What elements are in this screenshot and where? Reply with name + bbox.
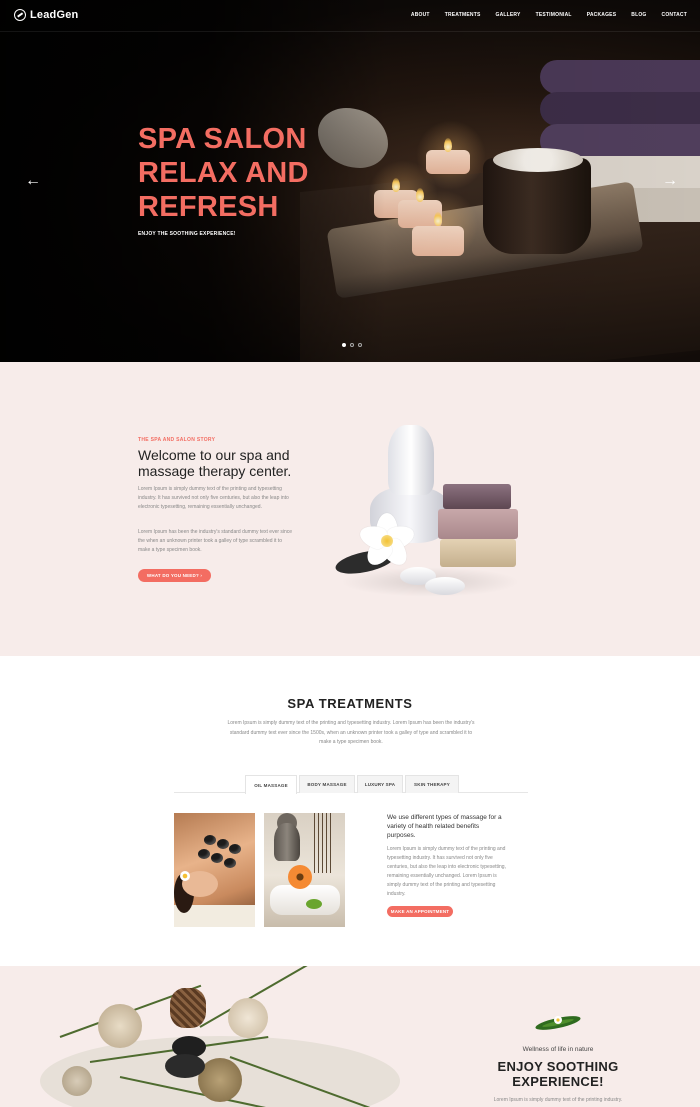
tab-skin-therapy[interactable]: SKIN THERAPY	[405, 775, 459, 793]
hot-stone	[229, 844, 241, 854]
arrow-left-icon[interactable]: ←	[25, 173, 41, 189]
hero-title-line: REFRESH	[138, 191, 279, 223]
hero-title-line: SPA SALON	[138, 123, 307, 155]
logo[interactable]: LeadGen	[14, 9, 78, 21]
herbal-pouch-top	[388, 425, 434, 495]
hot-stone	[217, 839, 229, 849]
what-do-you-need-button[interactable]: WHAT DO YOU NEED? ›	[138, 569, 211, 582]
soap-bar	[440, 539, 516, 567]
hero-title-line: RELAX AND	[138, 157, 309, 189]
slider-dot[interactable]	[342, 343, 346, 347]
about-section: THE SPA AND SALON STORY Welcome to our s…	[0, 362, 700, 656]
reed-diffuser	[314, 813, 334, 873]
treatment-content-title: We use different types of massage for a …	[387, 814, 502, 839]
nav-item-about[interactable]: ABOUT	[411, 12, 430, 18]
about-paragraph: Lorem Ipsum has been the industry's stan…	[138, 529, 293, 553]
hot-stone	[224, 858, 236, 868]
black-stone	[165, 1054, 205, 1078]
nav-item-gallery[interactable]: GALLERY	[495, 12, 520, 18]
about-heading: Welcome to our spa and massage therapy c…	[138, 447, 292, 479]
frangipani-center	[381, 535, 393, 547]
experience-kicker: Wellness of life in nature	[522, 1046, 594, 1053]
hot-stone	[198, 849, 210, 859]
treatments-lead: Lorem Ipsum is simply dummy text of the …	[227, 720, 475, 745]
nav-item-treatments[interactable]: TREATMENTS	[445, 12, 481, 18]
treatment-content-text: Lorem Ipsum is simply dummy text of the …	[387, 846, 506, 897]
pine-cone	[170, 988, 206, 1028]
slider-dots	[342, 343, 362, 347]
photo-flower	[180, 871, 190, 881]
slider-dot[interactable]	[358, 343, 362, 347]
top-navbar: LeadGen ABOUT TREATMENTS GALLERY TESTIMO…	[0, 0, 700, 32]
hot-stone-massage-photo	[174, 813, 255, 927]
hero-overlay	[0, 0, 700, 362]
photo-leaf	[306, 899, 322, 909]
experience-heading: ENJOY SOOTHING EXPERIENCE!	[488, 1059, 628, 1089]
decor-ball	[98, 1004, 142, 1048]
white-pebble	[425, 577, 465, 595]
nav-item-blog[interactable]: BLOG	[631, 12, 646, 18]
soap-bar	[443, 484, 511, 509]
buddha-spa-photo	[264, 813, 345, 927]
logo-text: LeadGen	[30, 9, 79, 21]
about-kicker: THE SPA AND SALON STORY	[138, 437, 216, 443]
experience-section: Wellness of life in nature ENJOY SOOTHIN…	[0, 966, 700, 1107]
experience-heading-line: EXPERIENCE!	[512, 1074, 604, 1089]
gerbera-flower	[288, 865, 312, 889]
hot-stone	[211, 853, 223, 863]
treatments-section: SPA TREATMENTS Lorem Ipsum is simply dum…	[0, 656, 700, 966]
nav-item-contact[interactable]: CONTACT	[662, 12, 687, 18]
hot-stone	[204, 835, 216, 845]
decor-ball	[62, 1066, 92, 1096]
about-paragraph: Lorem Ipsum is simply dummy text of the …	[138, 486, 289, 510]
decor-ball	[228, 998, 268, 1038]
tab-luxury-spa[interactable]: LUXURY SPA	[357, 775, 403, 793]
spa-products-image	[330, 417, 530, 607]
tab-body-massage[interactable]: BODY MASSAGE	[299, 775, 355, 793]
tab-oil-massage[interactable]: OIL MASSAGE	[245, 775, 297, 794]
nav-item-testimonial[interactable]: TESTIMONIAL	[536, 12, 572, 18]
make-appointment-button[interactable]: MAKE AN APPOINTMENT	[387, 906, 453, 917]
soap-bar	[438, 509, 518, 539]
experience-text: Lorem Ipsum is simply dummy text of the …	[493, 1097, 623, 1103]
hero-title: SPA SALON RELAX AND REFRESH	[138, 122, 309, 224]
leadgen-logo-icon	[14, 9, 26, 21]
hero-slider: LeadGen ABOUT TREATMENTS GALLERY TESTIMO…	[0, 0, 700, 362]
buddha-statue	[274, 823, 300, 861]
leaf-flower-icon	[535, 1016, 581, 1030]
treatments-heading: SPA TREATMENTS	[287, 696, 413, 711]
photo-towel	[270, 885, 340, 915]
slider-dot[interactable]	[350, 343, 354, 347]
arrow-right-icon[interactable]: →	[662, 173, 678, 189]
treatment-tabs: OIL MASSAGE BODY MASSAGE LUXURY SPA SKIN…	[245, 775, 461, 794]
nav-item-packages[interactable]: PACKAGES	[587, 12, 617, 18]
main-nav: ABOUT TREATMENTS GALLERY TESTIMONIAL PAC…	[396, 12, 687, 18]
experience-heading-line: ENJOY SOOTHING	[497, 1059, 619, 1074]
hero-subtitle: ENJOY THE SOOTHING EXPERIENCE!	[138, 231, 236, 237]
